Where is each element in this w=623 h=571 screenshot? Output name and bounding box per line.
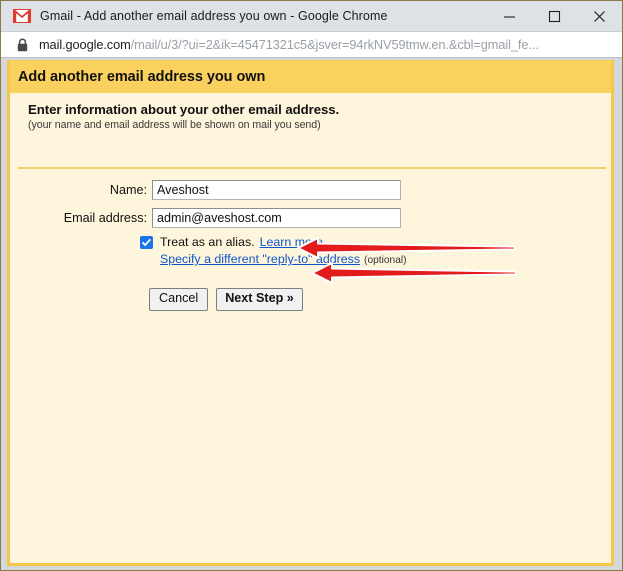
learn-more-link[interactable]: Learn more	[260, 235, 323, 249]
email-address-label: Email address:	[63, 211, 147, 225]
intro-subtext: (your name and email address will be sho…	[28, 119, 321, 131]
name-field-row: Name:	[10, 179, 611, 201]
url-text: mail.google.com/mail/u/3/?ui=2&ik=454713…	[39, 37, 539, 52]
close-button[interactable]	[577, 1, 622, 31]
page-content: Add another email address you own Enter …	[1, 58, 622, 570]
address-bar[interactable]: mail.google.com/mail/u/3/?ui=2&ik=454713…	[1, 31, 622, 58]
checkmark-icon	[142, 238, 151, 246]
button-row: Cancel Next Step »	[149, 288, 611, 311]
cancel-button[interactable]: Cancel	[149, 288, 209, 311]
browser-window: Gmail - Add another email address you ow…	[0, 0, 623, 571]
name-label: Name:	[109, 183, 147, 197]
dialog-body: Enter information about your other email…	[10, 93, 611, 563]
intro-heading: Enter information about your other email…	[28, 102, 340, 117]
reply-to-row: Specify a different "reply-to" address (…	[160, 252, 611, 266]
title-bar: Gmail - Add another email address you ow…	[1, 1, 622, 31]
gmail-icon	[13, 9, 31, 23]
next-step-button[interactable]: Next Step »	[216, 288, 303, 311]
url-host: mail.google.com	[39, 37, 131, 52]
maximize-button[interactable]	[532, 1, 577, 31]
treat-as-alias-checkbox[interactable]	[140, 235, 153, 249]
name-input[interactable]	[152, 180, 401, 200]
add-email-dialog: Add another email address you own Enter …	[7, 60, 614, 566]
email-field-row: Email address:	[10, 207, 611, 229]
divider	[18, 167, 606, 169]
window-title: Gmail - Add another email address you ow…	[40, 9, 388, 23]
alias-row: Treat as an alias. Learn more	[140, 235, 611, 249]
minimize-button[interactable]	[487, 1, 532, 31]
dialog-title: Add another email address you own	[18, 68, 266, 85]
treat-as-alias-label: Treat as an alias.	[160, 235, 255, 249]
form-area: Name: Email address: Treat as a	[10, 179, 611, 311]
dialog-header: Add another email address you own	[10, 60, 611, 93]
intro-block: Enter information about your other email…	[10, 93, 611, 131]
email-address-input[interactable]	[152, 208, 401, 228]
specify-reply-to-link[interactable]: Specify a different "reply-to" address	[160, 252, 360, 266]
lock-icon	[17, 38, 28, 51]
optional-label: (optional)	[364, 255, 407, 266]
url-path: /mail/u/3/?ui=2&ik=45471321c5&jsver=94rk…	[130, 37, 539, 52]
